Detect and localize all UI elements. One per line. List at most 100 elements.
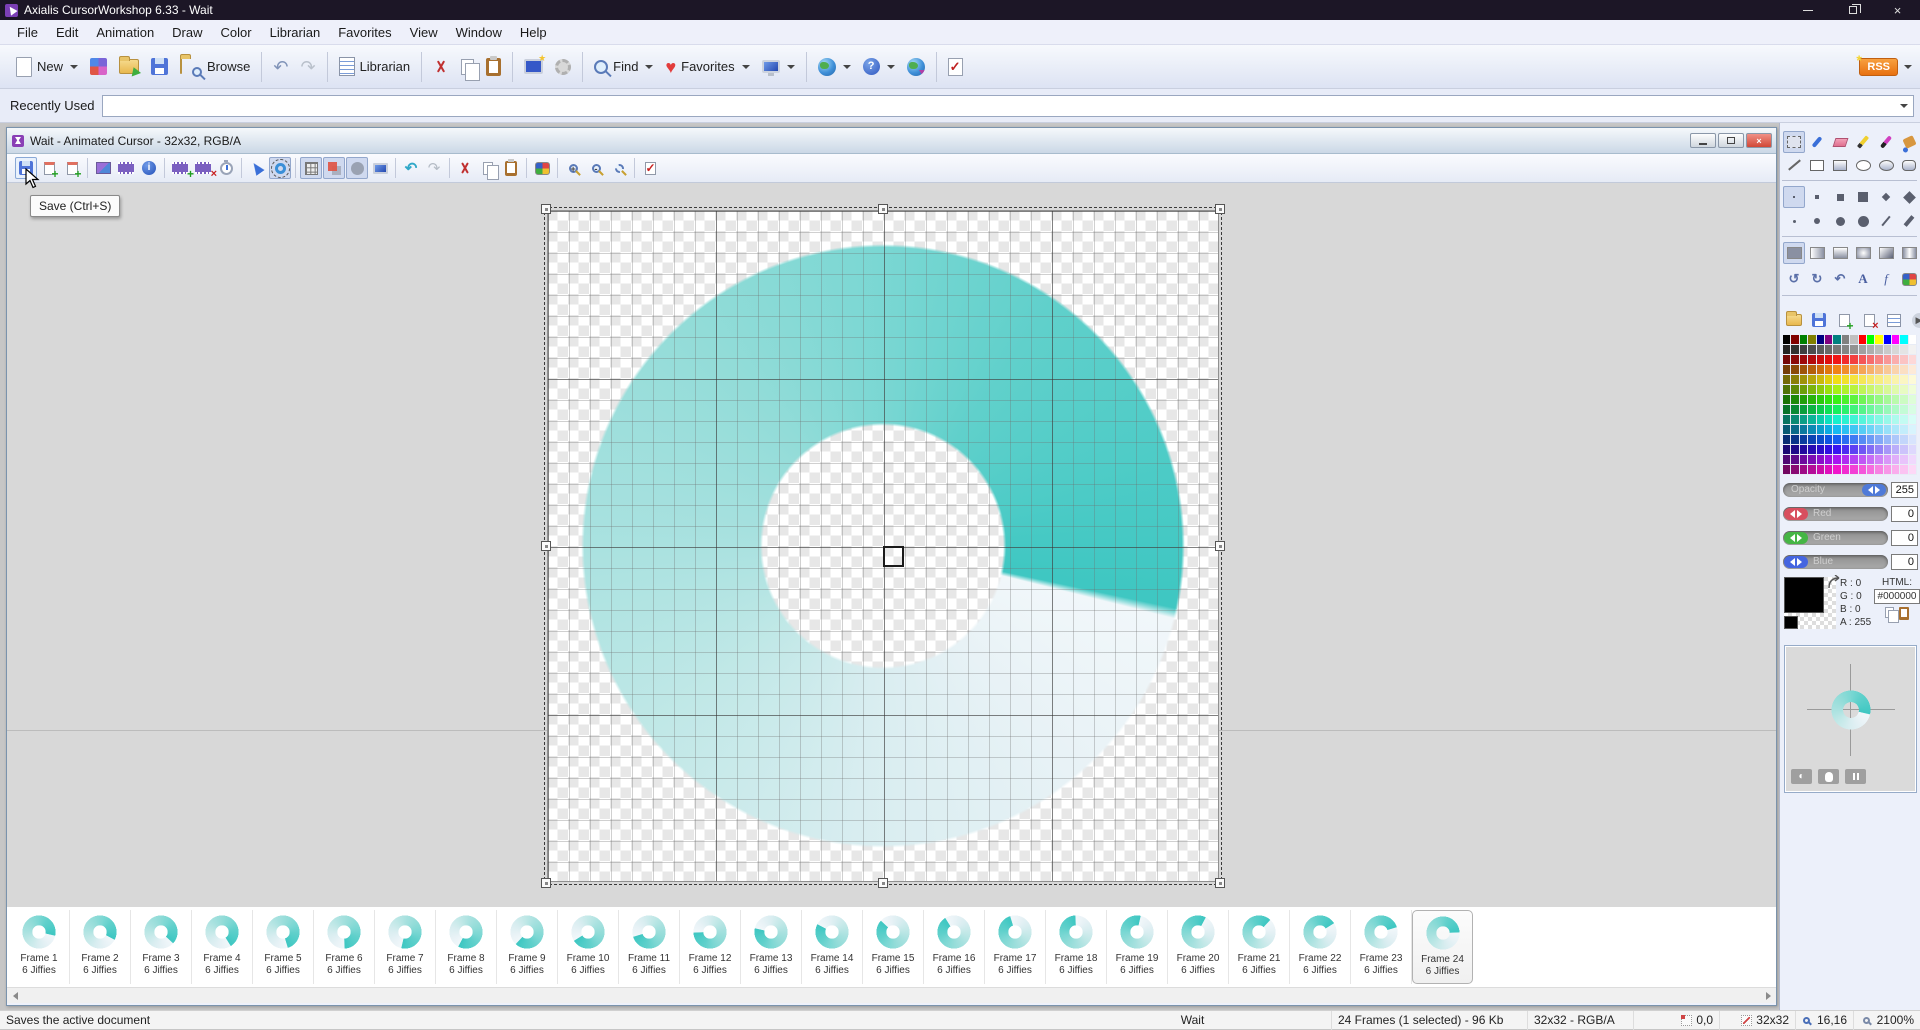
tool-rounded-rectangle[interactable] <box>1898 154 1920 176</box>
palette-color-3-11[interactable] <box>1875 365 1883 375</box>
palette-color-5-5[interactable] <box>1825 385 1833 395</box>
palette-color-9-7[interactable] <box>1842 425 1850 435</box>
horizontal-scrollbar[interactable] <box>7 987 1776 1003</box>
blue-arrows[interactable] <box>1784 556 1808 568</box>
scroll-right-button[interactable] <box>1760 988 1776 1004</box>
palette-color-6-5[interactable] <box>1825 395 1833 405</box>
palette-color-13-7[interactable] <box>1842 465 1850 475</box>
frame-item-9[interactable]: Frame 96 Jiffies <box>497 910 558 984</box>
frame-item-8[interactable]: Frame 86 Jiffies <box>436 910 497 984</box>
palette-color-0-9[interactable] <box>1859 335 1867 345</box>
palette-color-13-10[interactable] <box>1867 465 1875 475</box>
palette-color-9-2[interactable] <box>1800 425 1808 435</box>
palette-color-2-6[interactable] <box>1833 355 1841 365</box>
doc-close-button[interactable]: × <box>1746 133 1772 148</box>
palette-color-2-10[interactable] <box>1867 355 1875 365</box>
test-cursor-button[interactable] <box>246 157 268 179</box>
palette-color-0-8[interactable] <box>1850 335 1858 345</box>
palette-color-9-5[interactable] <box>1825 425 1833 435</box>
menu-window[interactable]: Window <box>447 22 511 43</box>
palette-color-3-5[interactable] <box>1825 365 1833 375</box>
palette-color-12-15[interactable] <box>1909 455 1917 465</box>
zoom-selection-button[interactable] <box>608 157 630 179</box>
frame-item-19[interactable]: Frame 196 Jiffies <box>1107 910 1168 984</box>
verify-button[interactable]: ✓ <box>639 157 661 179</box>
brush-round-xlarge[interactable] <box>1852 210 1874 232</box>
tool-fill[interactable] <box>1898 131 1920 153</box>
palette-menu-button[interactable]: ▶ <box>1908 309 1920 331</box>
fill-gradient-corner[interactable] <box>1875 242 1897 264</box>
new-image-button[interactable] <box>84 54 113 79</box>
frame-item-18[interactable]: Frame 186 Jiffies <box>1046 910 1107 984</box>
help-button[interactable]: ? <box>857 54 901 79</box>
palette-color-12-6[interactable] <box>1833 455 1841 465</box>
palette-open-button[interactable] <box>1783 309 1805 331</box>
palette-color-9-10[interactable] <box>1867 425 1875 435</box>
tool-eyedropper[interactable] <box>1806 131 1828 153</box>
palette-color-7-9[interactable] <box>1859 405 1867 415</box>
palette-color-8-5[interactable] <box>1825 415 1833 425</box>
tool-select[interactable] <box>1783 131 1805 153</box>
tool-filled-rectangle[interactable] <box>1829 154 1851 176</box>
doc-minimize-button[interactable] <box>1690 133 1716 148</box>
palette-color-11-15[interactable] <box>1909 445 1917 455</box>
selection-handle-sw[interactable] <box>541 878 551 888</box>
fill-gradient-top[interactable] <box>1829 242 1851 264</box>
palette-color-10-13[interactable] <box>1892 435 1900 445</box>
options-button[interactable] <box>549 55 577 79</box>
palette-color-13-5[interactable] <box>1825 465 1833 475</box>
green-value[interactable]: 0 <box>1891 530 1918 546</box>
preview-mouse-button[interactable] <box>1818 769 1839 784</box>
palette-color-2-8[interactable] <box>1850 355 1858 365</box>
new-dropdown-icon[interactable] <box>70 65 78 69</box>
menu-librarian[interactable]: Librarian <box>261 22 330 43</box>
green-arrows[interactable] <box>1784 532 1808 544</box>
palette-color-5-8[interactable] <box>1850 385 1858 395</box>
close-button[interactable]: × <box>1875 0 1920 20</box>
doc-undo-button[interactable]: ↶ <box>400 157 422 179</box>
palette-color-11-9[interactable] <box>1859 445 1867 455</box>
palette-color-0-1[interactable] <box>1791 335 1799 345</box>
frame-item-1[interactable]: Frame 16 Jiffies <box>9 910 70 984</box>
palette-color-4-3[interactable] <box>1808 375 1816 385</box>
help-dropdown-icon[interactable] <box>887 65 895 69</box>
frame-item-15[interactable]: Frame 156 Jiffies <box>863 910 924 984</box>
palette-color-6-8[interactable] <box>1850 395 1858 405</box>
rss-dropdown-icon[interactable] <box>1904 65 1912 69</box>
fill-gradient-radial[interactable] <box>1852 242 1874 264</box>
palette-color-11-1[interactable] <box>1791 445 1799 455</box>
brush-size-1[interactable] <box>1783 186 1805 208</box>
palette-color-9-15[interactable] <box>1909 425 1917 435</box>
save-button[interactable] <box>145 54 174 79</box>
palette-editor-button[interactable] <box>1898 268 1920 290</box>
palette-color-0-13[interactable] <box>1892 335 1900 345</box>
red-arrows[interactable] <box>1784 508 1808 520</box>
palette-color-12-10[interactable] <box>1867 455 1875 465</box>
palette-color-6-14[interactable] <box>1900 395 1908 405</box>
palette-color-1-1[interactable] <box>1791 345 1799 355</box>
rotate-180-button[interactable]: ↶ <box>1829 268 1851 290</box>
palette-color-3-6[interactable] <box>1833 365 1841 375</box>
brush-slash-thin[interactable] <box>1875 210 1897 232</box>
palette-color-1-9[interactable] <box>1859 345 1867 355</box>
download-button[interactable] <box>901 54 931 80</box>
browse-button[interactable]: Browse <box>174 54 256 79</box>
selection-handle-ne[interactable] <box>1215 204 1225 214</box>
palette-color-11-10[interactable] <box>1867 445 1875 455</box>
delete-frames-button[interactable]: × <box>192 157 214 179</box>
palette-color-12-4[interactable] <box>1817 455 1825 465</box>
palette-color-4-2[interactable] <box>1800 375 1808 385</box>
menu-color[interactable]: Color <box>212 22 261 43</box>
undo-button[interactable]: ↶ <box>267 54 294 80</box>
tool-eraser[interactable] <box>1829 131 1851 153</box>
tool-line[interactable] <box>1783 154 1805 176</box>
palette-color-11-8[interactable] <box>1850 445 1858 455</box>
palette-color-4-12[interactable] <box>1884 375 1892 385</box>
palette-color-11-3[interactable] <box>1808 445 1816 455</box>
recently-used-dropdown-icon[interactable] <box>1900 104 1908 108</box>
palette-color-10-5[interactable] <box>1825 435 1833 445</box>
palette-color-2-7[interactable] <box>1842 355 1850 365</box>
palette-color-2-3[interactable] <box>1808 355 1816 365</box>
fill-solid[interactable] <box>1783 242 1805 264</box>
palette-color-2-11[interactable] <box>1875 355 1883 365</box>
